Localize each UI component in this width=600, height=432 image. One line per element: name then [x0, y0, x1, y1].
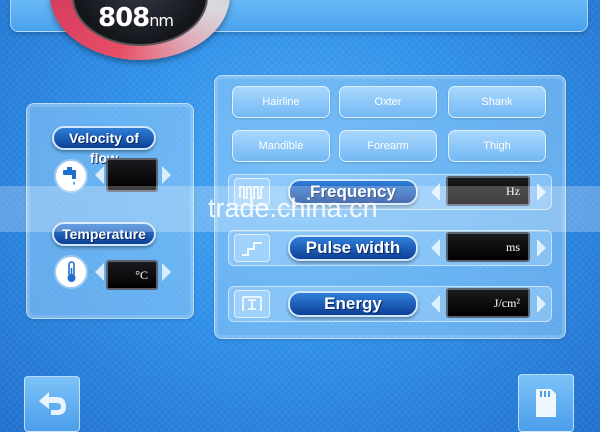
pulse-width-unit: ms	[505, 240, 520, 254]
pulse-width-label: Pulse width	[288, 235, 418, 261]
energy-display: J/cm²	[446, 288, 530, 318]
area-mandible-button[interactable]: Mandible	[232, 130, 330, 162]
wavelength-value: 808	[98, 3, 150, 33]
area-thigh-button[interactable]: Thigh	[448, 130, 546, 162]
wavelength-unit: nm	[149, 11, 174, 30]
temperature-decrease-button[interactable]	[95, 263, 104, 281]
energy-decrease-button[interactable]	[431, 295, 440, 313]
watermark-text: trade.china.cn	[208, 193, 378, 223]
step-icon	[234, 234, 270, 262]
flow-label: Velocity of flow	[52, 126, 156, 166]
temperature-unit: °C	[135, 268, 148, 282]
back-arrow-icon	[39, 392, 66, 415]
area-forearm-button[interactable]: Forearm	[339, 130, 437, 162]
temperature-display: °C	[106, 260, 158, 290]
area-oxter-button[interactable]: Oxter	[339, 86, 437, 118]
energy-label: Energy	[288, 291, 418, 317]
energy-increase-button[interactable]	[537, 295, 546, 313]
pulse-width-increase-button[interactable]	[537, 239, 546, 257]
pulse-width-display: ms	[446, 232, 530, 262]
back-button[interactable]	[24, 376, 80, 432]
energy-unit: J/cm²	[493, 296, 520, 310]
sd-card-icon	[536, 389, 556, 417]
temperature-increase-button[interactable]	[162, 263, 171, 281]
flow-decrease-button[interactable]	[95, 166, 104, 184]
wavelength-readout: 808nm	[98, 3, 174, 33]
area-hairline-button[interactable]: Hairline	[232, 86, 330, 118]
thermometer-icon	[54, 255, 88, 289]
pulse-width-decrease-button[interactable]	[431, 239, 440, 257]
save-button[interactable]	[518, 374, 574, 432]
flow-increase-button[interactable]	[162, 166, 171, 184]
area-shank-button[interactable]: Shank	[448, 86, 546, 118]
energy-icon	[234, 290, 270, 318]
